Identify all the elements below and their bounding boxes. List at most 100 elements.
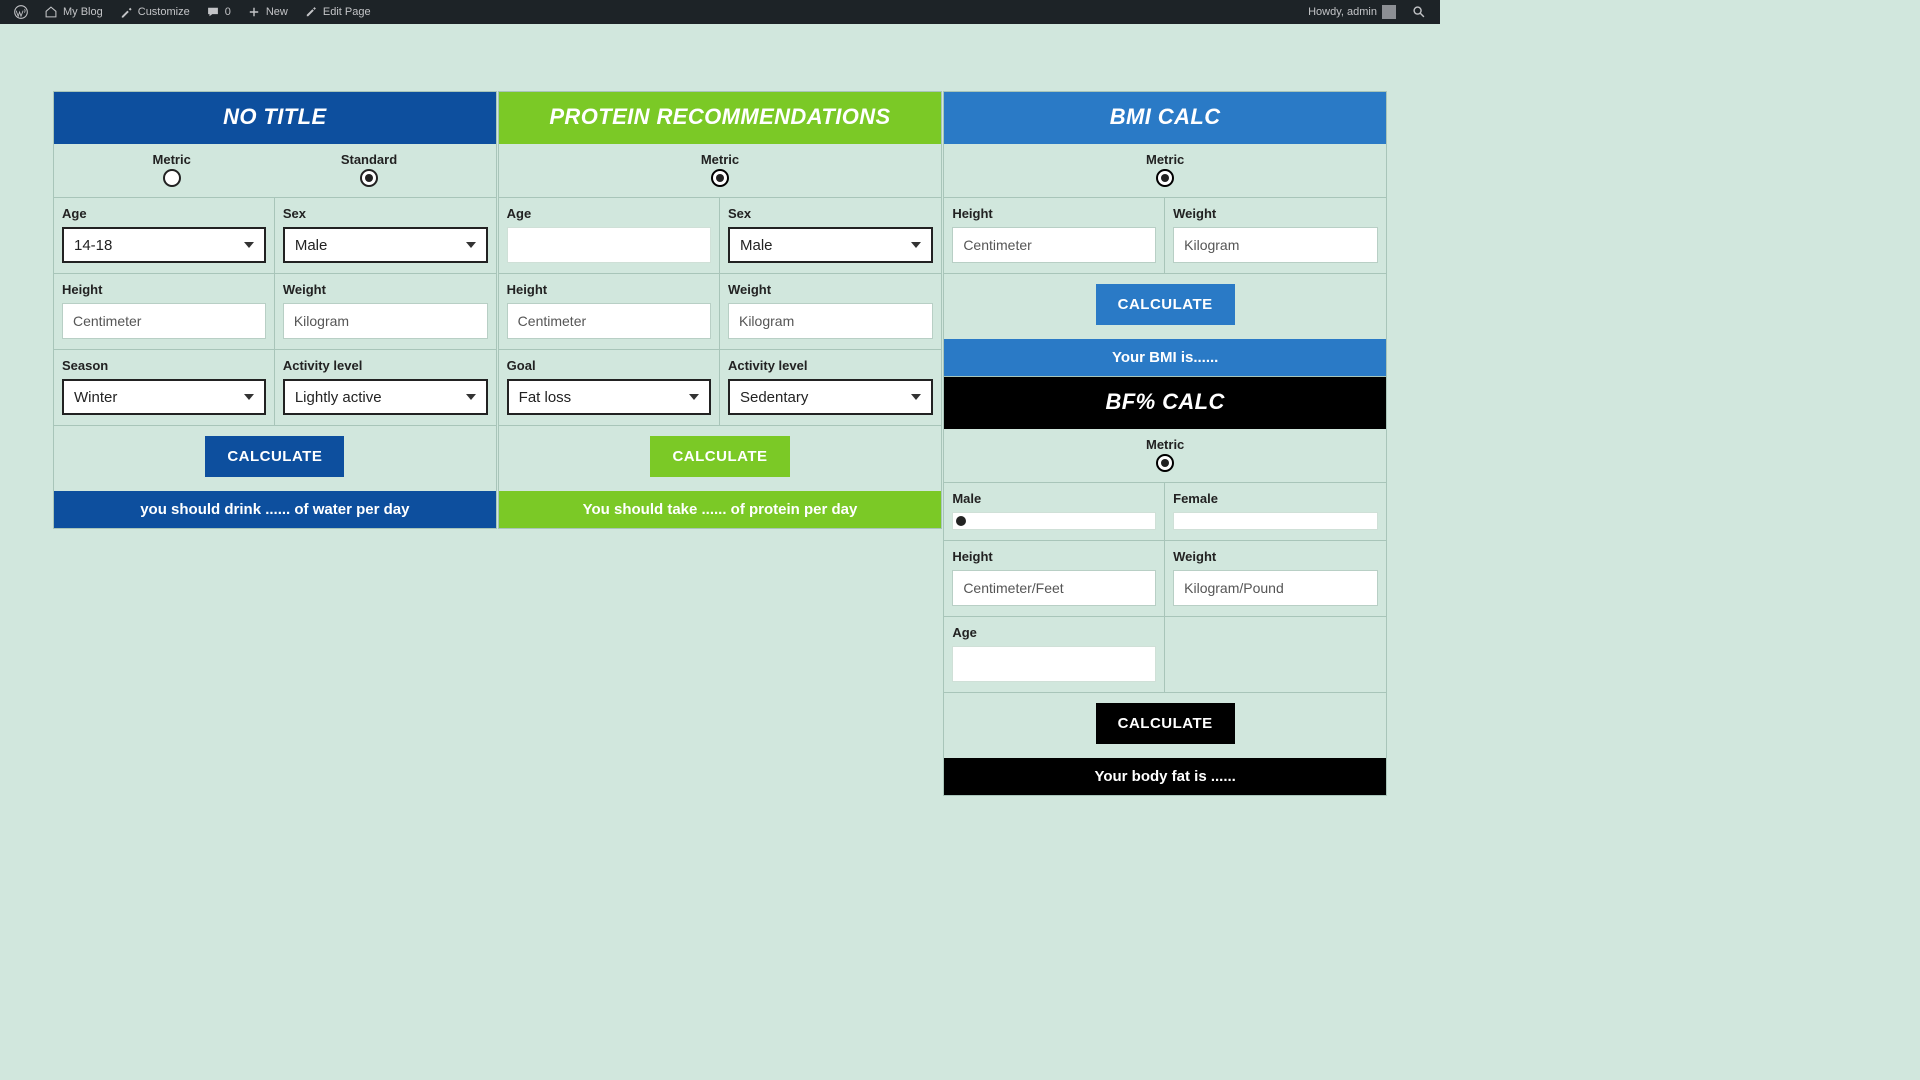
bmi-button-row: CALCULATE: [944, 273, 1386, 339]
avatar: [1382, 5, 1396, 19]
chevron-down-icon: [689, 394, 699, 400]
protein-height-input[interactable]: Centimeter: [507, 303, 711, 339]
protein-activity-select[interactable]: Sedentary: [728, 379, 933, 415]
protein-weight-input[interactable]: Kilogram: [728, 303, 933, 339]
water-button-row: CALCULATE: [54, 425, 496, 491]
bmi-calculate-button[interactable]: CALCULATE: [1096, 284, 1235, 325]
edit-page-label: Edit Page: [323, 6, 371, 18]
field-label: Weight: [728, 282, 933, 297]
chevron-down-icon: [466, 242, 476, 248]
chevron-down-icon: [244, 394, 254, 400]
bf-age-input[interactable]: [952, 646, 1156, 682]
unit-label: Metric: [153, 152, 191, 167]
bmi-widget: BMI CALC Metric Height Centimeter Weight…: [943, 91, 1387, 377]
select-value: 14-18: [74, 237, 112, 254]
water-title: NO TITLE: [54, 92, 496, 144]
bmi-result: Your BMI is......: [944, 339, 1386, 376]
customize-link[interactable]: Customize: [111, 0, 198, 24]
bf-widget: BF% CALC Metric Male Female Height: [943, 377, 1387, 796]
protein-unit-metric[interactable]: Metric: [701, 152, 739, 187]
protein-age-input[interactable]: [507, 227, 711, 263]
protein-calculate-button[interactable]: CALCULATE: [650, 436, 789, 477]
protein-units: Metric: [499, 144, 942, 197]
plus-icon: [247, 5, 261, 19]
water-fields: Age 14-18 Sex Male Height Centimeter: [54, 197, 496, 425]
brush-icon: [119, 5, 133, 19]
select-value: Sedentary: [740, 389, 808, 406]
water-height-input[interactable]: Centimeter: [62, 303, 266, 339]
water-weight-input[interactable]: Kilogram: [283, 303, 488, 339]
search-icon: [1412, 5, 1426, 19]
bmi-fields: Height Centimeter Weight Kilogram: [944, 197, 1386, 273]
protein-goal-select[interactable]: Fat loss: [507, 379, 711, 415]
field-label: Age: [952, 625, 1156, 640]
field-label: Male: [952, 491, 1156, 506]
bmi-weight-input[interactable]: Kilogram: [1173, 227, 1378, 263]
field-label: Height: [507, 282, 711, 297]
select-value: Winter: [74, 389, 117, 406]
bf-male-slider[interactable]: [952, 512, 1156, 530]
bmi-units: Metric: [944, 144, 1386, 197]
water-unit-standard[interactable]: Standard: [341, 152, 397, 187]
bf-weight-input[interactable]: Kilogram/Pound: [1173, 570, 1378, 606]
new-link[interactable]: New: [239, 0, 296, 24]
radio-icon: [163, 169, 181, 187]
field-label: Height: [62, 282, 266, 297]
wp-logo[interactable]: [6, 0, 36, 24]
field-label: Age: [62, 206, 266, 221]
protein-sex-select[interactable]: Male: [728, 227, 933, 263]
bf-title: BF% CALC: [944, 377, 1386, 429]
adminbar-right: Howdy, admin: [1300, 0, 1434, 24]
unit-label: Metric: [1146, 437, 1184, 452]
radio-icon: [360, 169, 378, 187]
site-name: My Blog: [63, 6, 103, 18]
search-toggle[interactable]: [1404, 0, 1434, 24]
select-value: Male: [295, 237, 328, 254]
unit-label: Standard: [341, 152, 397, 167]
radio-icon: [1156, 169, 1174, 187]
water-age-select[interactable]: 14-18: [62, 227, 266, 263]
water-season-select[interactable]: Winter: [62, 379, 266, 415]
unit-label: Metric: [701, 152, 739, 167]
protein-title: PROTEIN RECOMMENDATIONS: [499, 92, 942, 144]
protein-widget-column: PROTEIN RECOMMENDATIONS Metric Age Sex M…: [498, 91, 943, 796]
water-result: you should drink ...... of water per day: [54, 491, 496, 528]
greeting-text: Howdy, admin: [1308, 6, 1377, 18]
water-widget: NO TITLE Metric Standard Age 14-18: [53, 91, 497, 529]
chevron-down-icon: [911, 242, 921, 248]
bf-button-row: CALCULATE: [944, 692, 1386, 758]
bf-female-slider[interactable]: [1173, 512, 1378, 530]
edit-page-link[interactable]: Edit Page: [296, 0, 379, 24]
user-greeting[interactable]: Howdy, admin: [1300, 0, 1404, 24]
empty-cell: [1165, 616, 1386, 692]
water-unit-metric[interactable]: Metric: [153, 152, 191, 187]
comments-link[interactable]: 0: [198, 0, 239, 24]
water-widget-column: NO TITLE Metric Standard Age 14-18: [53, 91, 497, 796]
slider-thumb-icon: [956, 516, 966, 526]
comments-count: 0: [225, 6, 231, 18]
protein-fields: Age Sex Male Height Centimeter Weight: [499, 197, 942, 425]
home-icon: [44, 5, 58, 19]
site-name-link[interactable]: My Blog: [36, 0, 111, 24]
bf-unit-metric[interactable]: Metric: [1146, 437, 1184, 472]
unit-label: Metric: [1146, 152, 1184, 167]
chevron-down-icon: [244, 242, 254, 248]
bmi-unit-metric[interactable]: Metric: [1146, 152, 1184, 187]
bf-calculate-button[interactable]: CALCULATE: [1096, 703, 1235, 744]
water-activity-select[interactable]: Lightly active: [283, 379, 488, 415]
radio-icon: [711, 169, 729, 187]
bf-fields: Male Female Height Centimeter/Feet Weigh…: [944, 482, 1386, 692]
field-label: Female: [1173, 491, 1378, 506]
field-label: Season: [62, 358, 266, 373]
field-label: Weight: [1173, 549, 1378, 564]
water-calculate-button[interactable]: CALCULATE: [205, 436, 344, 477]
water-sex-select[interactable]: Male: [283, 227, 488, 263]
field-label: Height: [952, 206, 1156, 221]
bmi-height-input[interactable]: Centimeter: [952, 227, 1156, 263]
wp-admin-bar: My Blog Customize 0 New Edit Page Howdy,…: [0, 0, 1440, 24]
wordpress-icon: [14, 5, 28, 19]
chevron-down-icon: [911, 394, 921, 400]
new-label: New: [266, 6, 288, 18]
bf-height-input[interactable]: Centimeter/Feet: [952, 570, 1156, 606]
field-label: Height: [952, 549, 1156, 564]
